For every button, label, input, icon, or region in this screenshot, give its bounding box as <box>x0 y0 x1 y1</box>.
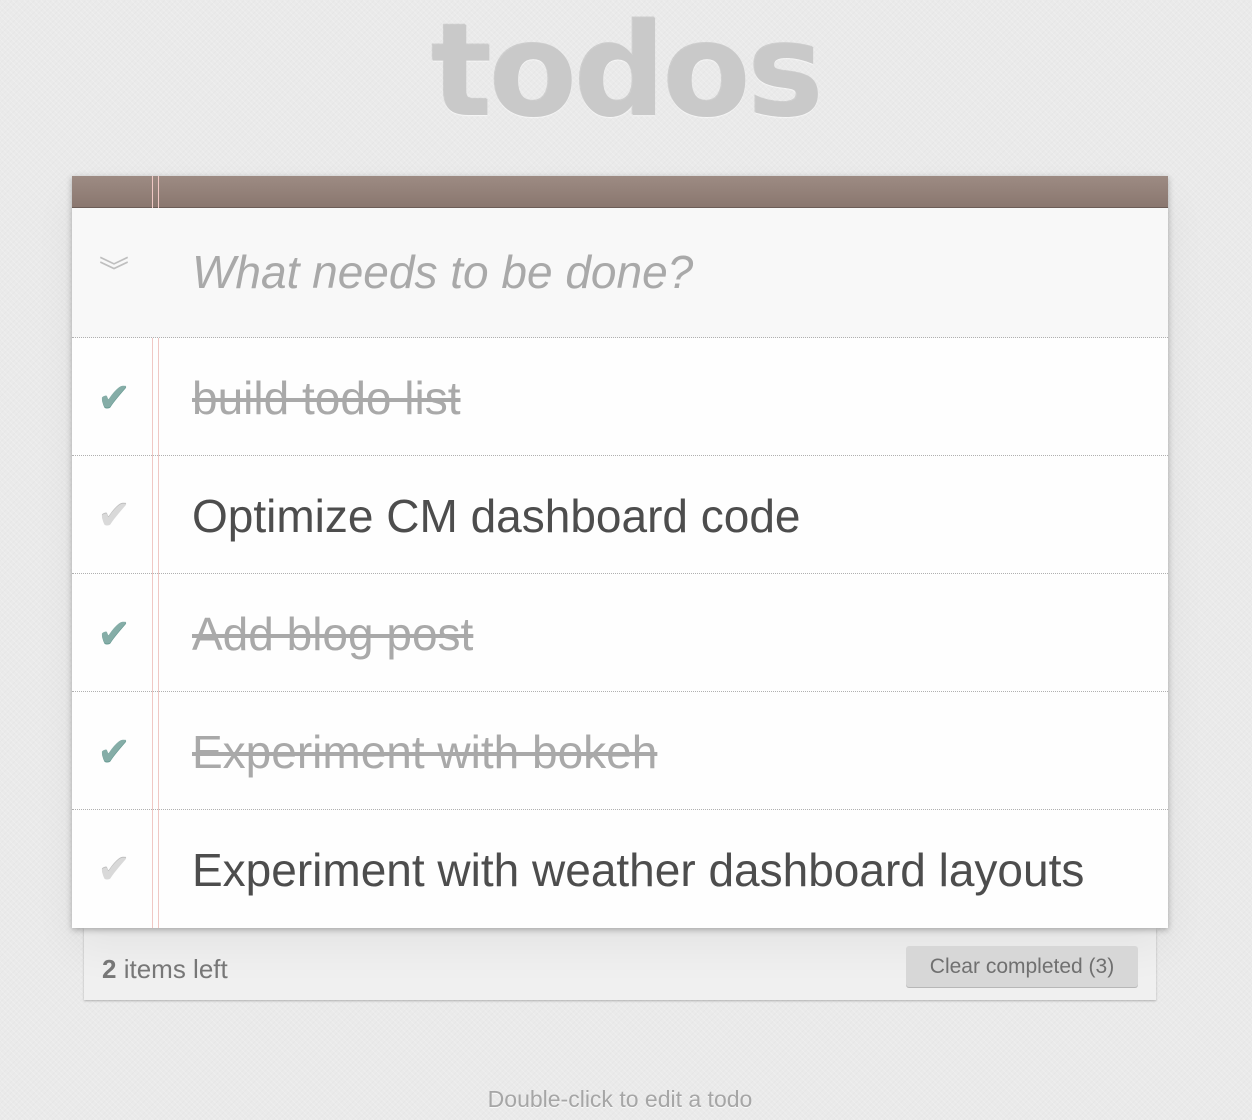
checkmark-icon[interactable]: ✔ <box>92 614 136 654</box>
todo-label: Optimize CM dashboard code <box>192 490 801 542</box>
items-left-count: 2 <box>102 954 117 984</box>
todo-footer: 2 items left Clear completed (3) <box>84 936 1156 1000</box>
todo-item[interactable]: ✔ Experiment with weather dashboard layo… <box>72 810 1168 928</box>
todo-item[interactable]: ✔ Optimize CM dashboard code <box>72 456 1168 574</box>
todo-item[interactable]: ✔ Experiment with bokeh <box>72 692 1168 810</box>
clear-completed-button[interactable]: Clear completed (3) <box>906 946 1138 988</box>
items-left-counter: 2 items left <box>102 954 228 984</box>
checkmark-icon[interactable]: ✔ <box>92 850 136 890</box>
todo-label: Experiment with bokeh <box>192 726 658 778</box>
items-left-text: items left <box>123 954 228 984</box>
checkmark-icon[interactable]: ✔ <box>92 378 136 418</box>
todo-label: build todo list <box>192 372 461 424</box>
todo-card: ︾ ✔ build todo list ✔ Optimize CM dashbo… <box>72 176 1168 928</box>
checkmark-icon[interactable]: ✔ <box>92 496 136 536</box>
app-title: todos <box>431 0 824 146</box>
todo-label: Add blog post <box>192 608 474 660</box>
double-chevron-down-icon[interactable]: ︾ <box>94 254 134 294</box>
new-todo-row: ︾ <box>72 208 1168 338</box>
new-todo-input[interactable] <box>192 240 1132 304</box>
checkmark-icon[interactable]: ✔ <box>92 732 136 772</box>
card-header-bar <box>72 176 1168 208</box>
todo-item[interactable]: ✔ build todo list <box>72 338 1168 456</box>
todo-list: ✔ build todo list ✔ Optimize CM dashboar… <box>72 338 1168 928</box>
info-hint: Double-click to edit a todo <box>487 1086 753 1112</box>
todo-item[interactable]: ✔ Add blog post <box>72 574 1168 692</box>
todo-label: Experiment with weather dashboard layout… <box>192 844 1085 896</box>
